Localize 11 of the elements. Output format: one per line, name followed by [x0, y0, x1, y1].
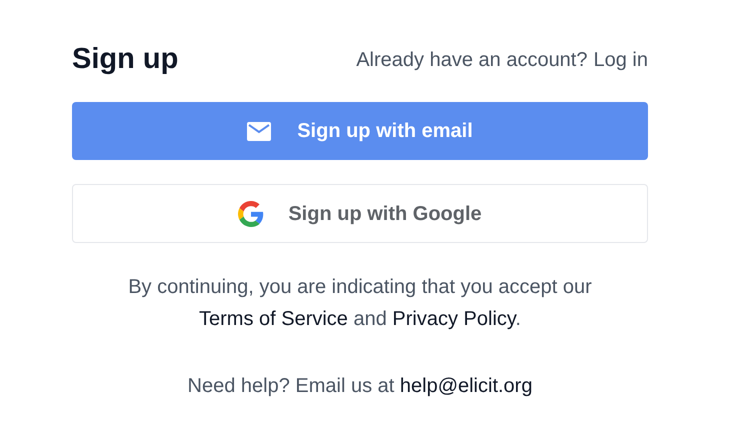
terms-link[interactable]: Terms of Service: [199, 308, 348, 330]
envelope-icon: [247, 122, 272, 140]
google-icon: [238, 200, 264, 226]
email-link[interactable]: help@elicit.org: [400, 375, 532, 397]
login-prompt: Already have an account?: [356, 48, 588, 73]
help-text: Need help? Email us at help@elicit.org: [186, 374, 534, 399]
privacy-link[interactable]: Privacy Policy: [392, 308, 516, 330]
page-title: Sign up: [72, 42, 178, 78]
terms-notice: By continuing, you are indicating that you accept our Terms of Service and Privacy Policy.: [127, 275, 593, 332]
login-link[interactable]: Log in: [594, 45, 648, 75]
google-signup-button[interactable]: Sign up with Google: [72, 184, 648, 243]
